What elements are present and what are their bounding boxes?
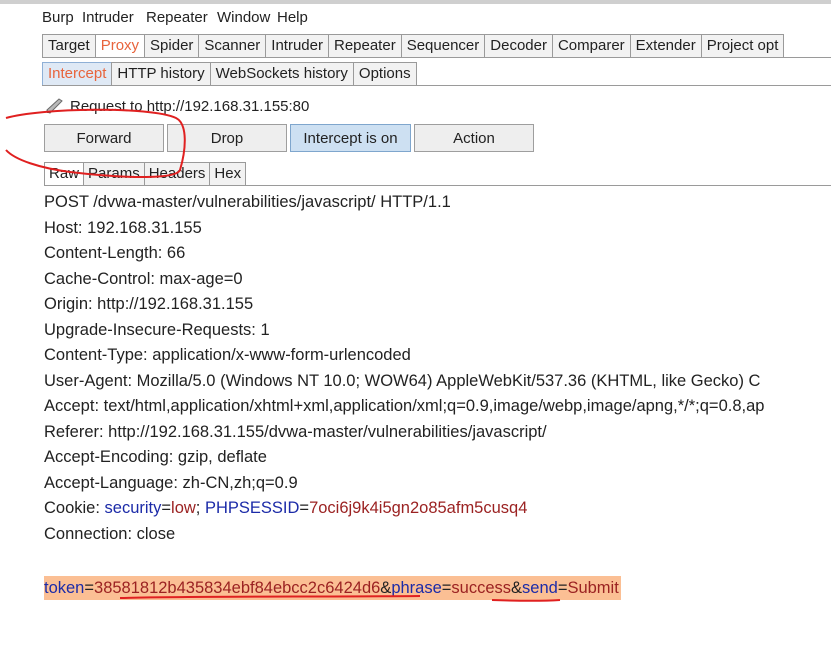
- tab-decoder[interactable]: Decoder: [484, 34, 552, 58]
- tab-repeater[interactable]: Repeater: [327, 34, 401, 58]
- main-tab-bar: Target Proxy Spider Scanner Intruder Rep…: [42, 34, 785, 58]
- subtab-options[interactable]: Options: [352, 62, 417, 86]
- request-target-text: Request to http://192.168.31.155:80: [70, 97, 310, 115]
- cookie-name-security: security: [104, 499, 162, 517]
- header-line: Host: 192.168.31.155: [44, 218, 202, 237]
- tab-proxy[interactable]: Proxy: [94, 34, 145, 58]
- cookie-name-phpsessid: PHPSESSID: [204, 499, 300, 517]
- tab-project-options[interactable]: Project opt: [700, 34, 785, 58]
- view-tab-headers[interactable]: Headers: [143, 162, 210, 186]
- tab-intruder[interactable]: Intruder: [265, 34, 328, 58]
- main-tab-divider: [42, 57, 831, 58]
- request-body-line: token=38581812b435834ebf84ebcc2c6424d6&p…: [44, 576, 621, 600]
- drop-button[interactable]: Drop: [167, 124, 287, 152]
- header-line: Content-Type: application/x-www-form-url…: [44, 346, 411, 364]
- header-line: Referer: http://192.168.31.155/dvwa-mast…: [44, 422, 547, 441]
- cookie-separator: ;: [195, 499, 205, 517]
- pencil-icon: [46, 98, 63, 114]
- subtab-http-history[interactable]: HTTP history: [111, 62, 210, 86]
- subtab-intercept[interactable]: Intercept: [42, 62, 112, 86]
- param-name-send: send: [522, 579, 558, 597]
- sub-tab-divider: [42, 85, 831, 86]
- cookie-value-phpsessid: 7oci6j9k4i5gn2o85afm5cusq4: [309, 499, 528, 517]
- view-tab-hex[interactable]: Hex: [209, 162, 247, 186]
- header-line: Accept-Encoding: gzip, deflate: [44, 448, 267, 466]
- cookie-header-line: Cookie: security=low; PHPSESSID=7oci6j9k…: [44, 496, 831, 522]
- cookie-equals: =: [299, 499, 310, 517]
- header-line: Origin: http://192.168.31.155: [44, 295, 254, 313]
- header-line: Cache-Control: max-age=0: [44, 269, 243, 288]
- param-equals: =: [84, 579, 95, 597]
- cookie-equals: =: [161, 499, 172, 517]
- subtab-websockets-history[interactable]: WebSockets history: [209, 62, 353, 86]
- request-line: POST /dvwa-master/vulnerabilities/javasc…: [44, 193, 451, 211]
- param-equals: =: [557, 579, 568, 597]
- menu-repeater[interactable]: Repeater: [146, 9, 208, 26]
- header-line: User-Agent: Mozilla/5.0 (Windows NT 10.0…: [44, 371, 761, 390]
- tab-target[interactable]: Target: [42, 34, 95, 58]
- menu-burp[interactable]: Burp: [42, 9, 74, 26]
- param-ampersand: &: [380, 579, 392, 597]
- tab-spider[interactable]: Spider: [144, 34, 199, 58]
- menu-bar: Burp Intruder Repeater Window Help: [0, 4, 831, 30]
- tab-sequencer[interactable]: Sequencer: [400, 34, 485, 58]
- param-value-token: 38581812b435834ebf84ebcc2c6424d6: [94, 579, 381, 597]
- param-name-token: token: [44, 579, 85, 597]
- cookie-label: Cookie:: [44, 499, 105, 517]
- param-name-phrase: phrase: [391, 579, 442, 597]
- intercept-toggle-button[interactable]: Intercept is on: [290, 124, 411, 152]
- header-line: Accept-Language: zh-CN,zh;q=0.9: [44, 473, 298, 492]
- request-target-line: Request to http://192.168.31.155:80: [44, 96, 309, 116]
- param-value-phrase: success: [451, 579, 512, 597]
- forward-button[interactable]: Forward: [44, 124, 164, 152]
- message-view-tabs: Raw Params Headers Hex: [44, 162, 247, 186]
- menu-help[interactable]: Help: [277, 9, 308, 26]
- view-tab-params[interactable]: Params: [83, 162, 144, 186]
- menu-intruder[interactable]: Intruder: [82, 9, 134, 26]
- tab-comparer[interactable]: Comparer: [551, 34, 630, 58]
- proxy-sub-tab-bar: Intercept HTTP history WebSockets histor…: [42, 62, 417, 86]
- header-line: Upgrade-Insecure-Requests: 1: [44, 320, 270, 339]
- phrase-underline-annotation: [491, 599, 561, 602]
- param-value-send: Submit: [567, 579, 619, 597]
- param-ampersand: &: [511, 579, 523, 597]
- header-line: Accept: text/html,application/xhtml+xml,…: [44, 397, 765, 415]
- cookie-value-security: low: [171, 499, 196, 517]
- param-equals: =: [441, 579, 452, 597]
- tab-scanner[interactable]: Scanner: [198, 34, 266, 58]
- action-button[interactable]: Action: [414, 124, 534, 152]
- menu-window[interactable]: Window: [217, 9, 270, 26]
- raw-request-editor[interactable]: POST /dvwa-master/vulnerabilities/javasc…: [44, 190, 831, 547]
- view-tab-raw[interactable]: Raw: [44, 162, 84, 186]
- view-tab-divider: [44, 185, 831, 186]
- header-line: Content-Length: 66: [44, 244, 186, 262]
- tab-extender[interactable]: Extender: [629, 34, 701, 58]
- header-line: Connection: close: [44, 524, 176, 543]
